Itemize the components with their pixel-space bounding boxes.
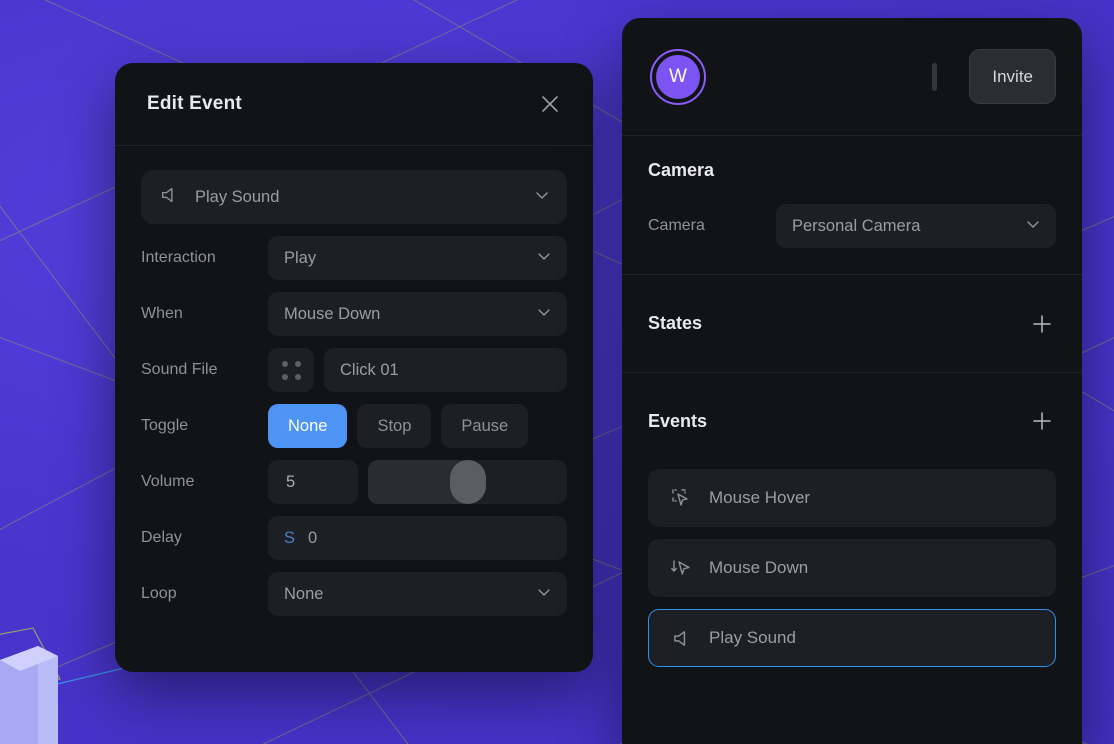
action-type-value: Play Sound [195, 187, 280, 206]
event-item-label: Mouse Hover [709, 488, 811, 507]
camera-section-title: Camera [648, 159, 715, 180]
volume-input[interactable]: 5 [268, 460, 358, 504]
states-section-title: States [648, 313, 703, 333]
camera-section-header: Camera [648, 136, 1056, 204]
close-icon[interactable] [535, 89, 565, 119]
toggle-label: Toggle [141, 417, 189, 434]
delay-input[interactable]: S 0 [268, 516, 567, 560]
loop-select[interactable]: None [268, 572, 567, 616]
plus-icon[interactable] [1028, 310, 1056, 338]
loop-value: None [284, 584, 324, 603]
properties-panel: W Invite Camera Camera Personal Camera S… [622, 18, 1082, 744]
chevron-down-icon [535, 303, 553, 326]
camera-value: Personal Camera [792, 216, 921, 235]
dialog-header: Edit Event [115, 63, 593, 146]
action-type-select[interactable]: Play Sound [141, 170, 567, 224]
camera-select[interactable]: Personal Camera [776, 204, 1056, 248]
event-item-play-sound[interactable]: Play Sound [648, 609, 1056, 667]
row-toggle: Toggle None Stop Pause [141, 404, 567, 448]
speaker-icon [159, 184, 181, 211]
cursor-down-icon [669, 556, 695, 580]
states-section-header: States [648, 275, 1056, 372]
toggle-option-pause[interactable]: Pause [441, 404, 529, 448]
toggle-option-none[interactable]: None [268, 404, 348, 448]
volume-label: Volume [141, 473, 195, 490]
delay-unit: S [284, 528, 296, 547]
when-value: Mouse Down [284, 304, 381, 323]
speaker-icon [669, 627, 695, 650]
toggle-option-stop[interactable]: Stop [357, 404, 432, 448]
sound-file-field[interactable]: Click 01 [324, 348, 567, 392]
page-title: Edit Event [147, 93, 242, 114]
sound-file-value: Click 01 [340, 360, 399, 379]
states-section: States [622, 275, 1082, 373]
row-volume: Volume 5 [141, 460, 567, 504]
dialog-body: Play Sound Interaction Play When Mouse D… [115, 146, 593, 616]
avatar[interactable]: W [650, 48, 706, 105]
interaction-label: Interaction [141, 249, 216, 266]
avatar-initial: W [656, 54, 700, 99]
chevron-down-icon [535, 247, 553, 270]
event-item-mouse-hover[interactable]: Mouse Hover [648, 469, 1056, 527]
row-when: When Mouse Down [141, 292, 567, 336]
row-delay: Delay S 0 [141, 516, 567, 560]
row-interaction: Interaction Play [141, 236, 567, 280]
events-section-title: Events [648, 410, 708, 431]
chevron-down-icon [1024, 215, 1042, 238]
cursor-hover-icon [669, 486, 695, 510]
sound-file-label: Sound File [141, 361, 218, 378]
edit-event-dialog: Edit Event Play Sound Interaction Play W… [115, 63, 593, 672]
chevron-down-icon [533, 186, 551, 209]
event-item-label: Play Sound [709, 628, 796, 647]
interaction-select[interactable]: Play [268, 236, 567, 280]
delay-value: 0 [308, 528, 318, 547]
toolbar-divider [932, 62, 938, 91]
volume-slider-knob[interactable] [449, 460, 486, 504]
scene-block [0, 646, 58, 744]
events-section: Events Mouse Hover Mouse Down Play Sound [622, 373, 1082, 693]
chevron-down-icon [535, 583, 553, 606]
row-loop: Loop None [141, 572, 567, 616]
panel-topbar: W Invite [622, 18, 1082, 136]
when-label: When [141, 305, 183, 322]
when-select[interactable]: Mouse Down [268, 292, 567, 336]
camera-label: Camera [648, 217, 705, 234]
row-sound-file: Sound File Click 01 [141, 348, 567, 392]
invite-button[interactable]: Invite [969, 49, 1056, 104]
drag-handle-icon[interactable] [268, 348, 314, 392]
camera-section: Camera Camera Personal Camera [622, 136, 1082, 275]
row-camera: Camera Personal Camera [648, 204, 1056, 248]
loop-label: Loop [141, 585, 177, 602]
event-item-mouse-down[interactable]: Mouse Down [648, 539, 1056, 597]
delay-label: Delay [141, 529, 182, 546]
events-list: Mouse Hover Mouse Down Play Sound [648, 469, 1056, 693]
event-item-label: Mouse Down [709, 558, 809, 577]
volume-slider[interactable] [368, 460, 567, 504]
events-section-header: Events [648, 373, 1056, 469]
interaction-value: Play [284, 248, 317, 267]
plus-icon[interactable] [1028, 407, 1056, 435]
